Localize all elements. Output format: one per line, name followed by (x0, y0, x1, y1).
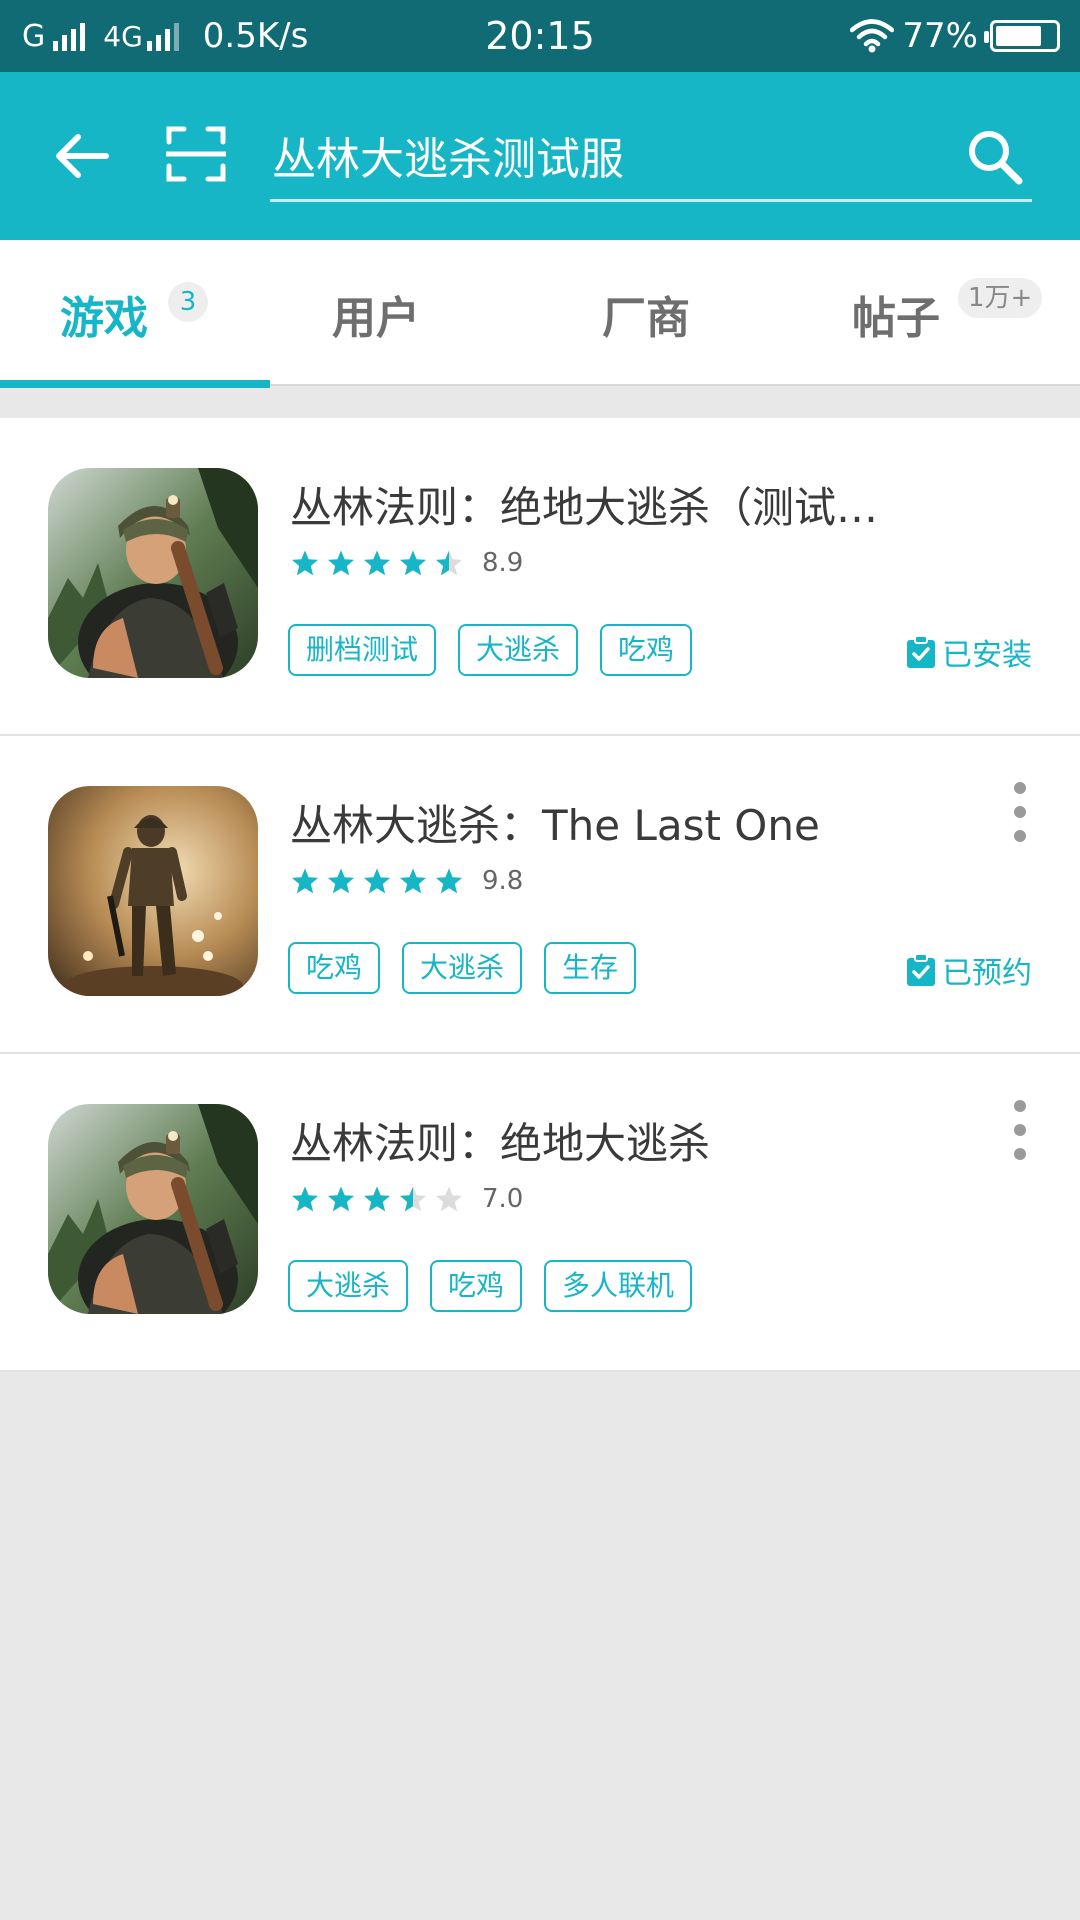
list-item[interactable]: 丛林法则：绝地大逃杀 7.0 大逃杀 吃鸡 多人联机 (0, 1054, 1080, 1372)
status-label: 已安装 (942, 638, 1032, 673)
dot-icon (1014, 1148, 1026, 1160)
rating-score: 9.8 (482, 866, 524, 896)
battery-icon (984, 20, 1060, 52)
search-field (270, 112, 1032, 202)
arrow-left-icon (56, 134, 109, 178)
tab-bar: 游戏 3 用户 厂商 帖子 1万+ (0, 240, 1080, 388)
tag[interactable]: 吃鸡 (430, 1260, 523, 1312)
dot-icon (1014, 830, 1026, 842)
clipboard-check-icon (907, 635, 935, 668)
tab-games[interactable]: 游戏 3 (0, 240, 270, 388)
game-title: 丛林法则：绝地大逃杀 (290, 1119, 711, 1168)
star-icon (292, 868, 318, 894)
install-status: 已安装 (906, 630, 1032, 674)
result-list: 丛林法则：绝地大逃杀（测试… 8.9 删档测试 大逃杀 吃鸡 已安装 丛林大逃杀… (0, 418, 1080, 1372)
star-icon (364, 550, 390, 576)
rating: 8.9 (290, 546, 523, 580)
back-button[interactable] (50, 124, 114, 188)
dot-icon (1014, 1100, 1026, 1112)
status-right: 77% (850, 14, 1060, 58)
game-icon (48, 1104, 258, 1314)
star-icon (292, 550, 318, 576)
dot-icon (1014, 782, 1026, 794)
star-icon (400, 550, 426, 576)
more-options-button[interactable] (1008, 1100, 1032, 1160)
rating: 7.0 (290, 1182, 523, 1216)
tab-indicator (0, 380, 270, 388)
wifi-icon (850, 19, 895, 53)
search-header (0, 72, 1080, 240)
star-icon (328, 868, 354, 894)
tab-label: 帖子 (852, 293, 940, 344)
reserve-status: 已预约 (906, 948, 1032, 992)
tab-label: 用户 (332, 293, 420, 344)
status-label: 已预约 (942, 956, 1032, 991)
tag[interactable]: 大逃杀 (402, 942, 523, 994)
dot-icon (1014, 1124, 1026, 1136)
tag[interactable]: 删档测试 (288, 624, 437, 676)
scan-button[interactable] (163, 124, 229, 184)
game-icon (48, 786, 258, 996)
tag[interactable]: 大逃杀 (458, 624, 579, 676)
list-item[interactable]: 丛林法则：绝地大逃杀（测试… 8.9 删档测试 大逃杀 吃鸡 已安装 (0, 418, 1080, 736)
status-bar: G 4G 0.5K/s 20:15 77% (0, 0, 1080, 72)
battery-percent: 77% (902, 16, 978, 56)
star-icon (328, 1186, 354, 1212)
tab-badge: 3 (168, 282, 208, 322)
game-title: 丛林法则：绝地大逃杀（测试… (290, 483, 879, 532)
tab-badge: 1万+ (958, 278, 1043, 318)
scan-icon (163, 126, 229, 182)
star-icon (364, 868, 390, 894)
tab-users[interactable]: 用户 (270, 240, 540, 386)
star-icon (436, 550, 462, 576)
game-title: 丛林大逃杀：The Last One (290, 801, 820, 850)
more-options-button[interactable] (1008, 782, 1032, 842)
tag-list: 删档测试 大逃杀 吃鸡 (288, 624, 714, 676)
search-input[interactable] (272, 120, 932, 190)
battery-fill (996, 26, 1041, 46)
star-icon (292, 1186, 318, 1212)
star-icon (400, 1186, 426, 1212)
tag[interactable]: 多人联机 (544, 1260, 693, 1312)
tag[interactable]: 吃鸡 (600, 624, 693, 676)
search-icon (969, 131, 1023, 185)
clipboard-check-icon (907, 953, 935, 986)
rating: 9.8 (290, 864, 523, 898)
tab-vendors[interactable]: 厂商 (540, 240, 810, 386)
tag[interactable]: 吃鸡 (288, 942, 381, 994)
star-icon (400, 868, 426, 894)
star-icon (436, 1186, 462, 1212)
tag-list: 吃鸡 大逃杀 生存 (288, 942, 658, 994)
search-button[interactable] (964, 126, 1026, 188)
tab-posts[interactable]: 帖子 1万+ (810, 240, 1080, 386)
tag-list: 大逃杀 吃鸡 多人联机 (288, 1260, 714, 1312)
star-icon (364, 1186, 390, 1212)
star-icon (328, 550, 354, 576)
list-item[interactable]: 丛林大逃杀：The Last One 9.8 吃鸡 大逃杀 生存 已预约 (0, 736, 1080, 1054)
tag[interactable]: 大逃杀 (288, 1260, 409, 1312)
dot-icon (1014, 806, 1026, 818)
rating-score: 8.9 (482, 548, 524, 578)
rating-score: 7.0 (482, 1184, 524, 1214)
star-icon (436, 868, 462, 894)
tab-label: 游戏 (60, 293, 148, 344)
tag[interactable]: 生存 (544, 942, 637, 994)
game-icon (48, 468, 258, 678)
tab-label: 厂商 (602, 293, 690, 344)
